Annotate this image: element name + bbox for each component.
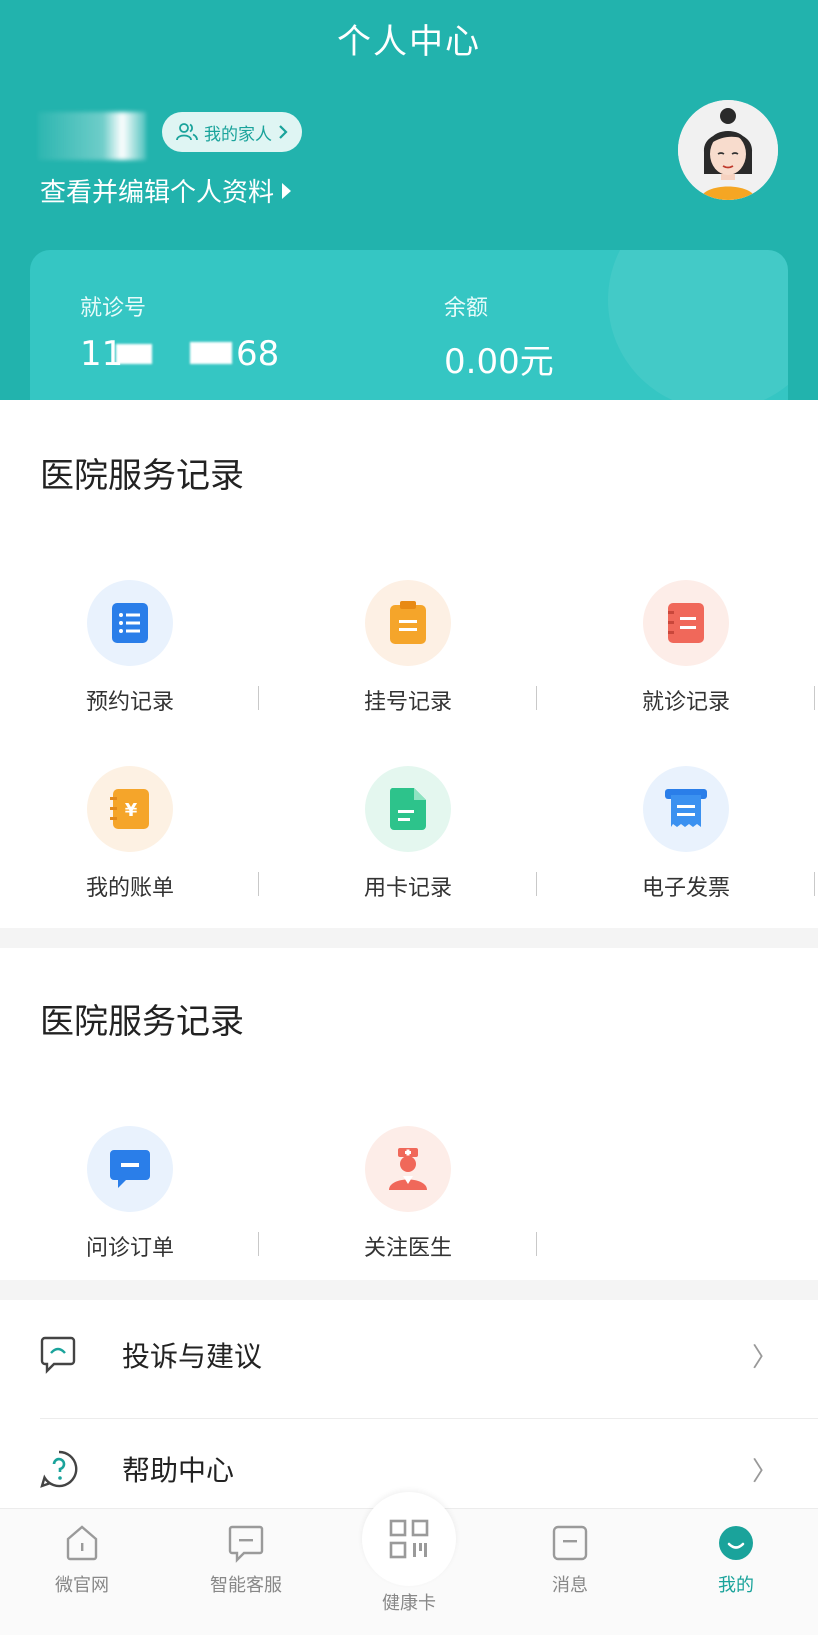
chevron-right-icon: 〉 <box>751 1342 778 1373</box>
tab-health-card[interactable]: 健康卡 <box>339 1589 479 1615</box>
qr-code-icon <box>389 1519 429 1559</box>
divider <box>536 1232 537 1256</box>
document-icon <box>365 766 451 852</box>
appointment-records-item[interactable]: 预约记录 <box>0 580 260 716</box>
health-card-button[interactable] <box>362 1492 456 1586</box>
help-icon <box>40 1450 78 1488</box>
divider <box>536 872 537 896</box>
grid-item-label: 我的账单 <box>85 876 174 901</box>
tab-label: 健康卡 <box>382 1593 436 1614</box>
divider <box>814 872 815 896</box>
divider <box>536 686 537 710</box>
divider <box>814 686 815 710</box>
settings-list: 投诉与建议 〉 帮助中心 〉 <box>0 1300 818 1508</box>
page-title: 个人中心 <box>337 22 481 62</box>
grid-item-label: 关注医生 <box>363 1236 452 1261</box>
card-usage-records-item[interactable]: 用卡记录 <box>278 766 538 902</box>
triangle-right-icon <box>282 182 292 199</box>
feedback-icon <box>40 1336 76 1374</box>
chevron-right-icon: 〉 <box>751 1456 778 1487</box>
divider <box>258 872 259 896</box>
message-icon <box>552 1525 588 1561</box>
feedback-row[interactable]: 投诉与建议 〉 <box>0 1300 818 1410</box>
tab-messages[interactable]: 消息 <box>500 1523 640 1597</box>
divider <box>258 1232 259 1256</box>
nurse-icon <box>365 1126 451 1212</box>
divider <box>258 686 259 710</box>
clipboard-icon <box>365 580 451 666</box>
visit-number-suffix: 68 <box>236 334 280 374</box>
tab-label: 微官网 <box>55 1575 109 1596</box>
edit-profile-label: 查看并编辑个人资料 <box>40 178 275 208</box>
grid-item-label: 就诊记录 <box>641 690 730 715</box>
tab-home[interactable]: 微官网 <box>12 1523 152 1597</box>
grid-item-label: 用卡记录 <box>363 876 452 901</box>
my-family-button[interactable]: 我的家人 <box>162 112 302 152</box>
chevron-right-icon <box>279 125 288 139</box>
balance-value: 0.00元 <box>444 342 554 382</box>
help-center-label: 帮助中心 <box>122 1454 235 1487</box>
notebook-icon <box>643 580 729 666</box>
svg-text:¥: ¥ <box>125 800 138 821</box>
family-icon <box>176 123 198 141</box>
avatar-illustration <box>678 100 778 200</box>
grid-item-label: 挂号记录 <box>363 690 452 715</box>
section-title: 医院服务记录 <box>40 1002 244 1042</box>
receipt-icon <box>643 766 729 852</box>
e-invoice-item[interactable]: 电子发票 <box>556 766 816 902</box>
visit-records-item[interactable]: 就诊记录 <box>556 580 816 716</box>
user-name-redacted <box>38 112 146 160</box>
service-chat-icon <box>228 1525 264 1563</box>
my-bills-item[interactable]: ¥ 我的账单 <box>0 766 260 902</box>
redacted-digits <box>190 342 232 364</box>
section-title: 医院服务记录 <box>40 456 244 496</box>
grid-item-label: 预约记录 <box>85 690 174 715</box>
my-family-label: 我的家人 <box>204 124 272 145</box>
followed-doctors-item[interactable]: 关注医生 <box>278 1126 538 1262</box>
yuan-book-icon: ¥ <box>87 766 173 852</box>
grid-item-label: 问诊订单 <box>85 1236 174 1261</box>
redacted-digits <box>116 344 152 364</box>
profile-header: 个人中心 我的家人 查看并编辑个人资料 就诊号 11 68 余额 0.00元 <box>0 0 818 402</box>
chat-icon <box>87 1126 173 1212</box>
tab-label: 我的 <box>718 1575 754 1596</box>
grid-item-label: 电子发票 <box>641 876 730 901</box>
profile-icon <box>719 1526 753 1560</box>
edit-profile-link[interactable]: 查看并编辑个人资料 <box>40 172 292 209</box>
consult-section: 医院服务记录 问诊订单 关注医生 <box>0 948 818 1280</box>
registration-records-item[interactable]: 挂号记录 <box>278 580 538 716</box>
tab-label: 消息 <box>552 1575 588 1596</box>
balance-label: 余额 <box>444 296 489 321</box>
tab-service[interactable]: 智能客服 <box>176 1523 316 1597</box>
records-section: 医院服务记录 预约记录 挂号记录 就诊记录 ¥ 我的账单 用卡记录 电子发票 <box>0 400 818 928</box>
appointment-list-icon <box>87 580 173 666</box>
patient-card: 就诊号 11 68 余额 0.00元 <box>30 250 788 402</box>
visit-number-label: 就诊号 <box>80 296 147 321</box>
tab-profile[interactable]: 我的 <box>666 1523 806 1597</box>
consult-orders-item[interactable]: 问诊订单 <box>0 1126 260 1262</box>
divider <box>40 1418 818 1419</box>
home-icon <box>66 1525 98 1561</box>
avatar[interactable] <box>678 100 778 200</box>
feedback-label: 投诉与建议 <box>122 1340 263 1373</box>
tab-label: 智能客服 <box>210 1575 282 1596</box>
